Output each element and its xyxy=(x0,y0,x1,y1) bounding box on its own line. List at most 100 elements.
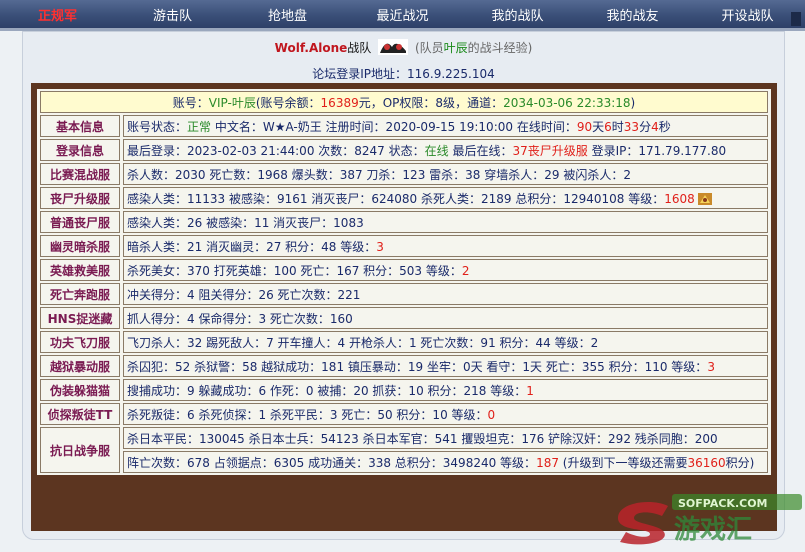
account-prefix: 账号： xyxy=(172,95,209,110)
stat-text: 2 xyxy=(461,263,470,278)
stats-row: 越狱暴动服 杀囚犯：52 杀狱警：58 越狱成功：181 镇压暴动：19 坐牢：0… xyxy=(40,355,768,377)
stat-text: 36160 xyxy=(687,455,726,470)
server-stats: 最后登录：2023-02-03 21:44:00 次数：8247 状态：在线 最… xyxy=(123,139,768,161)
stat-text: 3 xyxy=(376,239,384,254)
member-prefix: (队员 xyxy=(414,41,444,55)
stats-row: 伪装躲猫猫 搜捕成功：9 躲藏成功：6 作死：0 被捕：20 抓获：10 积分：2… xyxy=(40,379,768,401)
server-stats: 阵亡次数：678 占领据点：6305 成功通关：338 总积分：3498240 … xyxy=(123,451,768,473)
rank-badge-icon xyxy=(697,192,712,205)
server-stats: 暗杀人类：21 消灭幽灵：27 积分：48 等级：3 xyxy=(123,235,768,257)
account-cell: 账号：VIP-叶辰(账号余额：16389元，OP权限：8级，通道：2034-03… xyxy=(40,91,768,113)
nav-item-1[interactable]: 游击队 xyxy=(115,0,230,28)
stats-row: 死亡奔跑服 冲关得分：4 阻关得分：26 死亡次数：221 xyxy=(40,283,768,305)
server-label[interactable]: 抗日战争服 xyxy=(40,427,120,473)
stat-text: 天 xyxy=(592,119,605,134)
stat-text: 33 xyxy=(623,119,640,134)
stat-text: 0 xyxy=(487,407,496,422)
stat-text: 1608 xyxy=(664,191,695,206)
stats-table: 账号：VIP-叶辰(账号余额：16389元，OP权限：8级，通道：2034-03… xyxy=(37,89,771,475)
stat-text: (升级到下一等级还需要 xyxy=(558,455,688,470)
stats-row: 功夫飞刀服 飞刀杀人：32 踢死敌人：7 开车撞人：4 开枪杀人：1 死亡次数：9… xyxy=(40,331,768,353)
stat-text: 1 xyxy=(526,383,534,398)
team-name-link[interactable]: Wolf.Alone xyxy=(275,41,348,55)
stat-text: 3 xyxy=(707,359,715,374)
stat-text: 187 xyxy=(536,455,559,470)
stat-text: 抓人得分：4 保命得分：3 死亡次数：160 xyxy=(127,311,353,326)
server-stats: 冲关得分：4 阻关得分：26 死亡次数：221 xyxy=(123,283,768,305)
stat-text: 4 xyxy=(651,119,659,134)
stat-text: 最后在线： xyxy=(448,143,513,158)
stat-text: 37丧尸升级服 xyxy=(512,143,588,158)
stat-text: 杀囚犯：52 杀狱警：58 越狱成功：181 镇压暴动：19 坐牢：0天 看守：… xyxy=(127,359,708,374)
stat-text: 冲关得分：4 阻关得分：26 死亡次数：221 xyxy=(127,287,361,302)
server-label[interactable]: HNS捉迷藏 xyxy=(40,307,120,329)
server-label[interactable]: 侦探叛徒TT xyxy=(40,403,120,425)
stat-text: 飞刀杀人：32 踢死敌人：7 开车撞人：4 开枪杀人：1 死亡次数：91 积分：… xyxy=(127,335,599,350)
stat-text: 积分) xyxy=(725,455,755,470)
balance-unit: 元，OP权限： xyxy=(358,95,436,110)
server-label[interactable]: 英雄救美服 xyxy=(40,259,120,281)
server-stats: 抓人得分：4 保命得分：3 死亡次数：160 xyxy=(123,307,768,329)
server-stats: 搜捕成功：9 躲藏成功：6 作死：0 被捕：20 抓获：10 积分：218 等级… xyxy=(123,379,768,401)
content-panel: Wolf.Alone战队 (队员叶辰的战斗经验) 论坛登录IP地址：116.9.… xyxy=(22,31,785,540)
nav-item-2[interactable]: 抢地盘 xyxy=(230,0,345,28)
stats-row: 抗日战争服 杀日本平民：130045 杀日本士兵：54123 杀日本军官：541 … xyxy=(40,427,768,473)
stat-text: 秒 xyxy=(658,119,671,134)
server-stats: 飞刀杀人：32 踢死敌人：7 开车撞人：4 开枪杀人：1 死亡次数：91 积分：… xyxy=(123,331,768,353)
nav-item-6[interactable]: 开设战队 xyxy=(690,0,805,28)
server-label[interactable]: 普通丧尸服 xyxy=(40,211,120,233)
stat-text: 在线 xyxy=(424,143,449,158)
stats-row: 侦探叛徒TT 杀死叛徒：6 杀死侦探：1 杀死平民：3 死亡：50 积分：10 等… xyxy=(40,403,768,425)
stat-text: 正常 xyxy=(187,119,212,134)
nav-item-4[interactable]: 我的战队 xyxy=(460,0,575,28)
stat-text: 杀日本平民：130045 杀日本士兵：54123 杀日本军官：541 攫毁坦克：… xyxy=(127,431,718,446)
member-name: 叶辰 xyxy=(443,41,468,55)
watermark-text-1: SOFPACK.COM xyxy=(678,497,768,510)
stat-text: 杀死美女：370 打死英雄：100 死亡：167 积分：503 等级： xyxy=(127,263,462,278)
server-stats: 杀日本平民：130045 杀日本士兵：54123 杀日本军官：541 攫毁坦克：… xyxy=(123,427,768,449)
balance-value: 16389 xyxy=(320,95,359,110)
stat-text: 登录IP：171.79.177.80 xyxy=(587,143,727,158)
nav-item-3[interactable]: 最近战况 xyxy=(345,0,460,28)
stat-text: 6 xyxy=(604,119,612,134)
server-label[interactable]: 登录信息 xyxy=(40,139,120,161)
stats-row: 基本信息 账号状态：正常 中文名：W★A-奶王 注册时间：2020-09-15 1… xyxy=(40,115,768,137)
stats-row: HNS捉迷藏 抓人得分：4 保命得分：3 死亡次数：160 xyxy=(40,307,768,329)
server-label[interactable]: 比赛混战服 xyxy=(40,163,120,185)
scroll-tab[interactable] xyxy=(791,12,801,26)
channel-time: 2034-03-06 22:33:18 xyxy=(503,95,631,110)
server-label[interactable]: 死亡奔跑服 xyxy=(40,283,120,305)
stats-row: 登录信息 最后登录：2023-02-03 21:44:00 次数：8247 状态：… xyxy=(40,139,768,161)
server-label[interactable]: 丧尸升级服 xyxy=(40,187,120,209)
stats-row: 普通丧尸服 感染人类：26 被感染：11 消灭丧尸：1083 xyxy=(40,211,768,233)
stats-board: 账号：VIP-叶辰(账号余额：16389元，OP权限：8级，通道：2034-03… xyxy=(31,83,777,531)
server-stats: 杀人数：2030 死亡数：1968 爆头数：387 刀杀：123 雷杀：38 穿… xyxy=(123,163,768,185)
account-row: 账号：VIP-叶辰(账号余额：16389元，OP权限：8级，通道：2034-03… xyxy=(40,91,768,113)
stats-row: 丧尸升级服 感染人类：11133 被感染：9161 消灭丧尸：624080 杀死人… xyxy=(40,187,768,209)
server-stats: 感染人类：26 被感染：11 消灭丧尸：1083 xyxy=(123,211,768,233)
server-stats: 感染人类：11133 被感染：9161 消灭丧尸：624080 杀死人类：218… xyxy=(123,187,768,209)
server-label[interactable]: 功夫飞刀服 xyxy=(40,331,120,353)
stat-text: 感染人类：11133 被感染：9161 消灭丧尸：624080 杀死人类：218… xyxy=(127,191,665,206)
server-label[interactable]: 幽灵暗杀服 xyxy=(40,235,120,257)
top-nav: 正规军 游击队 抢地盘 最近战况 我的战队 我的战友 开设战队 xyxy=(0,0,805,28)
login-ip-row: 论坛登录IP地址：116.9.225.104 xyxy=(22,65,785,82)
server-label[interactable]: 越狱暴动服 xyxy=(40,355,120,377)
stats-row: 英雄救美服 杀死美女：370 打死英雄：100 死亡：167 积分：503 等级：… xyxy=(40,259,768,281)
stat-text: 时 xyxy=(611,119,624,134)
account-suffix: ) xyxy=(630,95,636,110)
stat-text: 搜捕成功：9 躲藏成功：6 作死：0 被捕：20 抓获：10 积分：218 等级… xyxy=(127,383,527,398)
server-stats: 账号状态：正常 中文名：W★A-奶王 注册时间：2020-09-15 19:10… xyxy=(123,115,768,137)
ip-label: 论坛登录IP地址： xyxy=(312,67,407,81)
server-stats: 杀死叛徒：6 杀死侦探：1 杀死平民：3 死亡：50 积分：10 等级：0 xyxy=(123,403,768,425)
balance-label: (账号余额： xyxy=(255,95,321,110)
member-suffix: 的战斗经验) xyxy=(467,41,533,55)
stat-text: 最后登录：2023-02-03 21:44:00 次数：8247 状态： xyxy=(127,143,425,158)
server-label[interactable]: 基本信息 xyxy=(40,115,120,137)
stats-row: 比赛混战服 杀人数：2030 死亡数：1968 爆头数：387 刀杀：123 雷杀… xyxy=(40,163,768,185)
stat-text: 中文名：W★A-奶王 注册时间：2020-09-15 19:10:00 在线时间… xyxy=(211,119,577,134)
server-label[interactable]: 伪装躲猫猫 xyxy=(40,379,120,401)
nav-item-5[interactable]: 我的战友 xyxy=(575,0,690,28)
nav-item-0[interactable]: 正规军 xyxy=(0,0,115,28)
team-avatar-icon xyxy=(378,39,409,55)
